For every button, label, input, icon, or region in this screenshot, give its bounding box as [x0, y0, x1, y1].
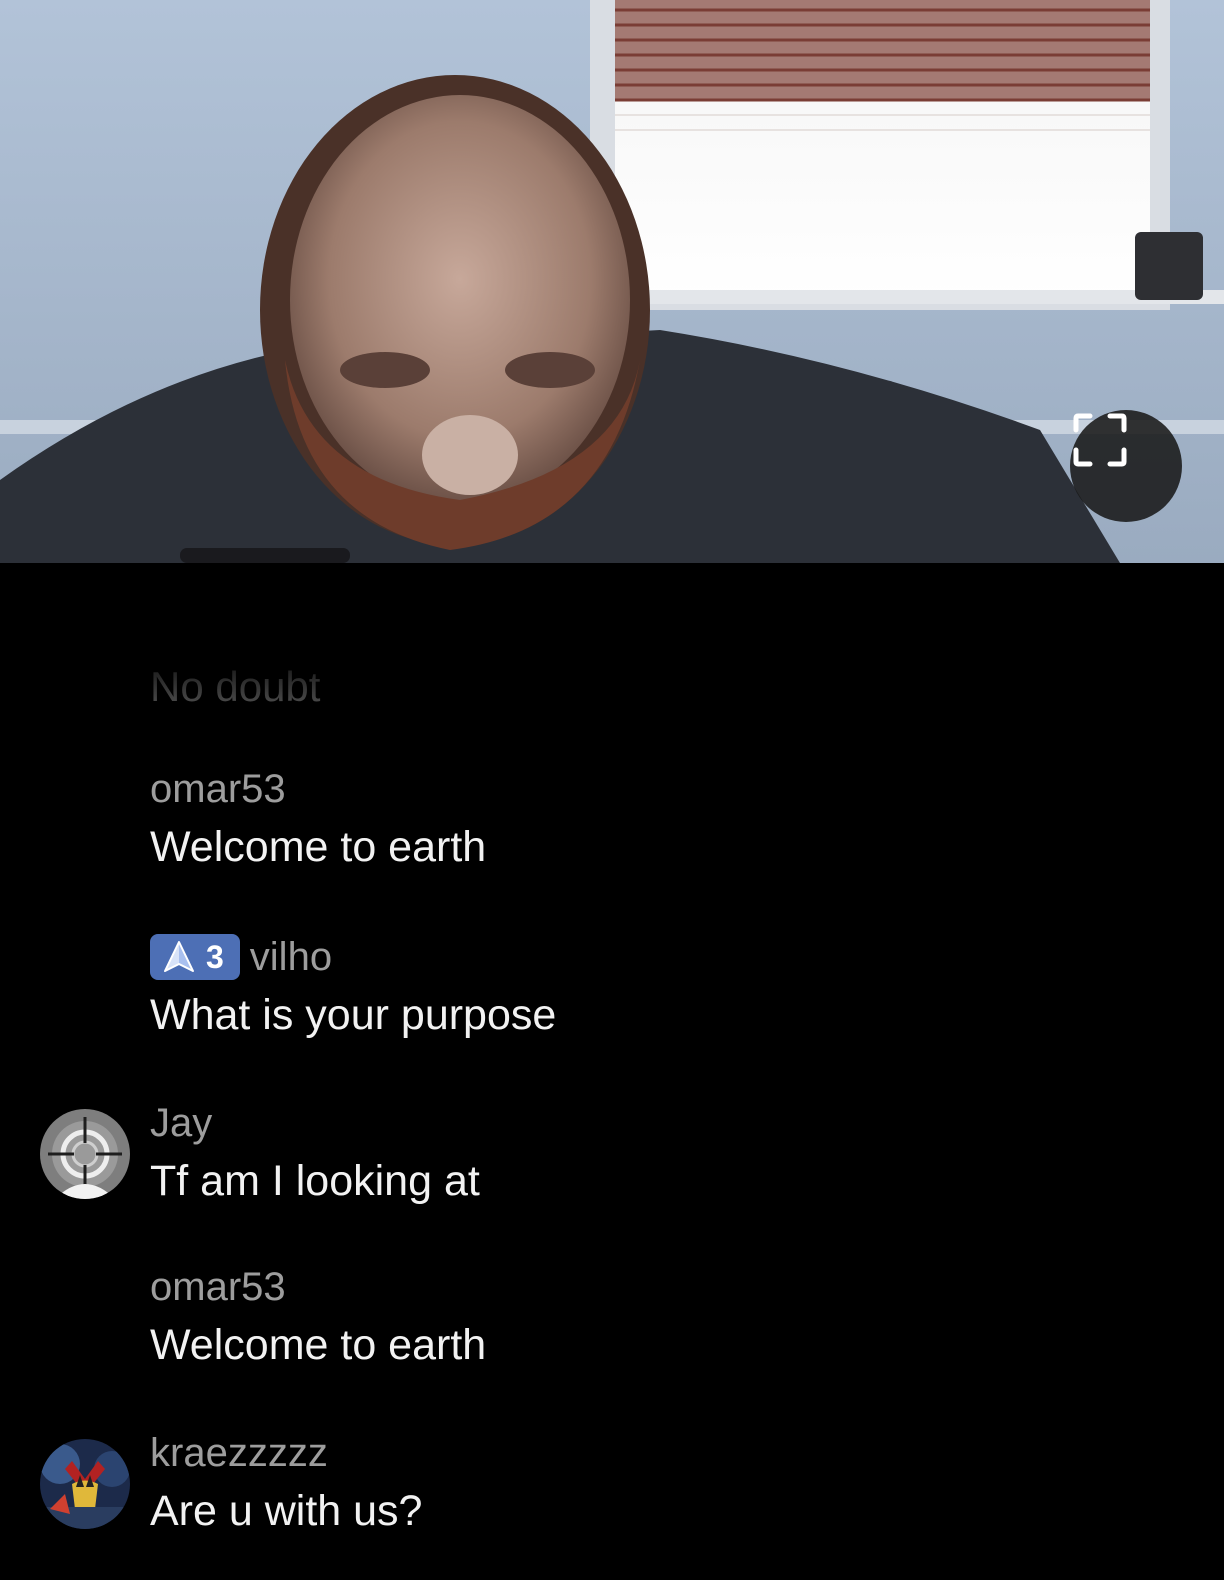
navigation-arrow-icon — [164, 941, 194, 972]
chat-text: What is your purpose — [150, 991, 557, 1039]
chat-username[interactable]: vilho — [250, 933, 332, 981]
chat-username[interactable]: Jay — [150, 1099, 212, 1147]
badge-count: 3 — [206, 938, 224, 975]
chat-feed[interactable]: No doubt omar53 Welcome to earth 3 vilho… — [0, 563, 1224, 1580]
crosshair-avatar-icon — [40, 1109, 130, 1199]
video-frame — [0, 0, 1224, 563]
chat-text: Are u with us? — [150, 1487, 423, 1535]
fullscreen-icon — [1073, 413, 1127, 467]
chat-username[interactable]: omar53 — [150, 765, 286, 813]
scrolled-off-message: No doubt — [150, 663, 321, 710]
live-video[interactable] — [0, 0, 1224, 563]
chat-text: Tf am I looking at — [150, 1157, 480, 1205]
chat-username[interactable]: omar53 — [150, 1263, 286, 1311]
superhero-avatar-icon — [40, 1439, 130, 1529]
chat-text: Welcome to earth — [150, 1321, 487, 1369]
fullscreen-button[interactable] — [1070, 410, 1182, 522]
avatar[interactable] — [40, 1109, 130, 1199]
level-badge: 3 — [150, 934, 240, 980]
avatar[interactable] — [40, 1439, 130, 1529]
chat-text: Welcome to earth — [150, 823, 487, 871]
chat-username[interactable]: kraezzzzz — [150, 1429, 328, 1477]
